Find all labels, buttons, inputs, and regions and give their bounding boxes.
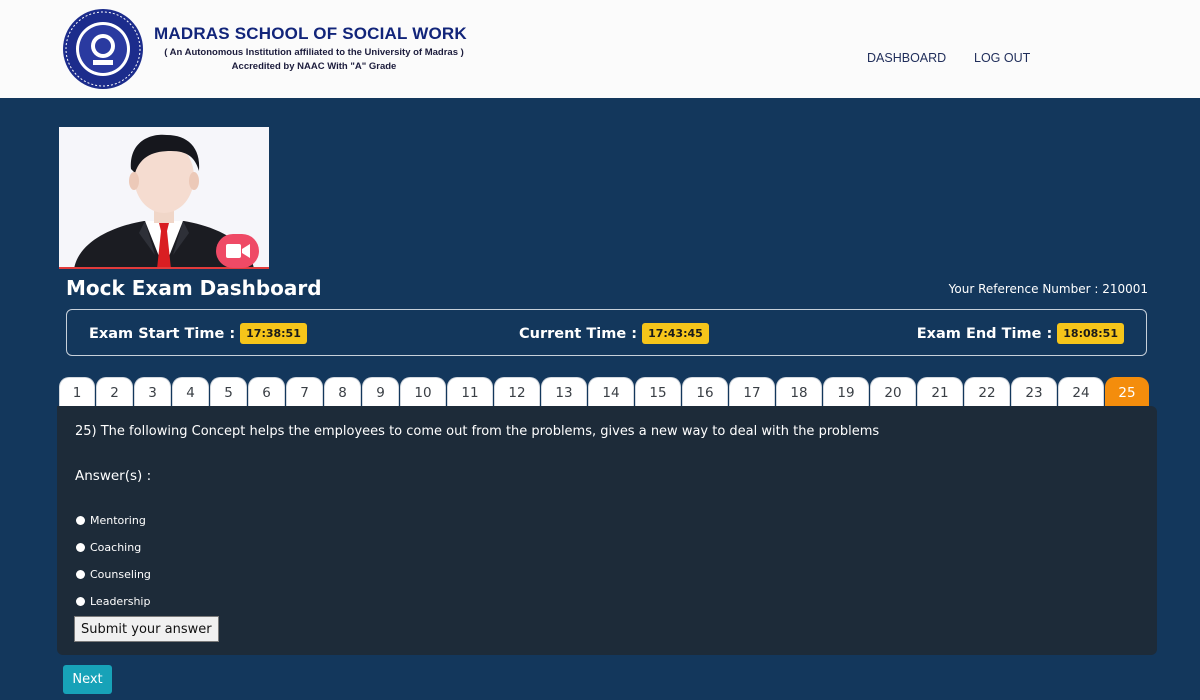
reference-number: Your Reference Number : 210001 [948,282,1148,296]
video-camera-icon [225,244,250,258]
exam-end-time: Exam End Time : 18:08:51 [917,323,1124,344]
option-label: Mentoring [90,514,146,527]
radio-button[interactable] [76,570,85,579]
exam-start-label: Exam Start Time : [89,325,236,342]
question-tab-6[interactable]: 6 [248,377,285,407]
question-tab-24[interactable]: 24 [1058,377,1104,407]
question-tab-25[interactable]: 25 [1105,377,1149,407]
exam-end-label: Exam End Time : [916,325,1053,342]
question-tab-17[interactable]: 17 [729,377,775,407]
institution-logo [63,9,143,89]
nav-dashboard-link[interactable]: DASHBOARD [867,51,946,65]
exam-start-badge: 17:38:51 [240,323,307,344]
question-tab-3[interactable]: 3 [134,377,171,407]
brand-title: MADRAS SCHOOL OF SOCIAL WORK [154,24,467,43]
submit-answer-button[interactable]: Submit your answer [74,616,219,642]
option-mentoring[interactable]: Mentoring [75,514,146,527]
question-tabs: 1 2 3 4 5 6 7 8 9 10 11 12 13 14 15 16 1… [59,377,1150,407]
question-tab-7[interactable]: 7 [286,377,323,407]
radio-button[interactable] [76,516,85,525]
question-tab-15[interactable]: 15 [635,377,681,407]
radio-button[interactable] [76,543,85,552]
radio-button[interactable] [76,597,85,606]
question-tab-21[interactable]: 21 [917,377,963,407]
question-tab-22[interactable]: 22 [964,377,1010,407]
exam-start-time: Exam Start Time : 17:38:51 [89,323,307,344]
answers-label: Answer(s) : [75,468,152,484]
question-tab-11[interactable]: 11 [447,377,493,407]
page-title: Mock Exam Dashboard [66,276,322,300]
question-tab-16[interactable]: 16 [682,377,728,407]
question-tab-2[interactable]: 2 [96,377,133,407]
option-label: Leadership [90,595,151,608]
question-tab-9[interactable]: 9 [362,377,399,407]
option-leadership[interactable]: Leadership [75,595,150,608]
exam-end-badge: 18:08:51 [1057,323,1124,344]
option-coaching[interactable]: Coaching [75,541,141,554]
question-text: 25) The following Concept helps the empl… [75,424,880,439]
question-tab-4[interactable]: 4 [172,377,209,407]
nav-logout-link[interactable]: LOG OUT [974,51,1030,65]
question-tab-23[interactable]: 23 [1011,377,1057,407]
current-time-label: Current Time : [519,325,638,342]
question-tab-12[interactable]: 12 [494,377,540,407]
question-tab-5[interactable]: 5 [210,377,247,407]
question-tab-14[interactable]: 14 [588,377,634,407]
brand-subtitle: ( An Autonomous Institution affiliated t… [164,47,464,58]
question-panel: 25) The following Concept helps the empl… [57,406,1157,655]
question-tab-20[interactable]: 20 [870,377,916,407]
option-label: Counseling [90,568,151,581]
next-button[interactable]: Next [63,665,112,694]
current-time: Current Time : 17:43:45 [519,323,709,344]
current-time-badge: 17:43:45 [642,323,709,344]
question-tab-18[interactable]: 18 [776,377,822,407]
site-header: MADRAS SCHOOL OF SOCIAL WORK ( An Autono… [0,0,1200,98]
question-tab-10[interactable]: 10 [400,377,446,407]
brand-accreditation: Accredited by NAAC With "A" Grade [231,61,397,72]
option-counseling[interactable]: Counseling [75,568,151,581]
question-tab-19[interactable]: 19 [823,377,869,407]
question-tab-1[interactable]: 1 [59,377,95,407]
camera-toggle-button[interactable] [216,234,259,268]
question-tab-13[interactable]: 13 [541,377,587,407]
exam-time-bar: Exam Start Time : 17:38:51 Current Time … [66,309,1147,356]
question-tab-8[interactable]: 8 [324,377,361,407]
option-label: Coaching [90,541,142,554]
brand-block: MADRAS SCHOOL OF SOCIAL WORK ( An Autono… [154,24,474,72]
